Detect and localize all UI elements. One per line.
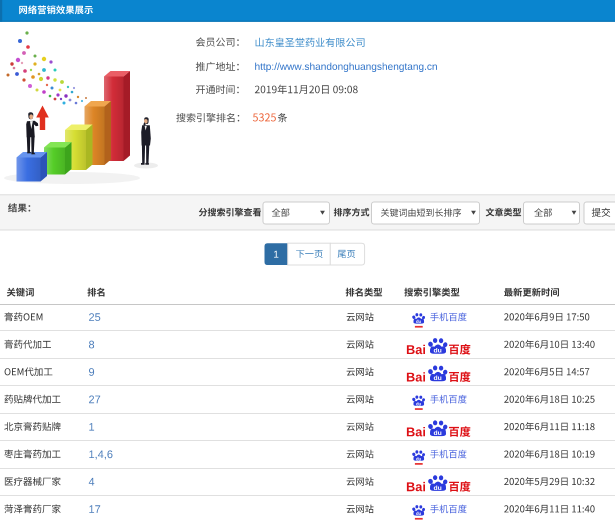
svg-text:du: du [416,456,422,461]
svg-text:du: du [416,319,422,324]
svg-text:du: du [434,348,442,355]
svg-text:du: du [416,511,422,516]
svg-text:du: du [434,485,442,492]
svg-text:du: du [416,401,422,406]
svg-text:du: du [434,375,442,382]
svg-text:du: du [434,430,442,437]
